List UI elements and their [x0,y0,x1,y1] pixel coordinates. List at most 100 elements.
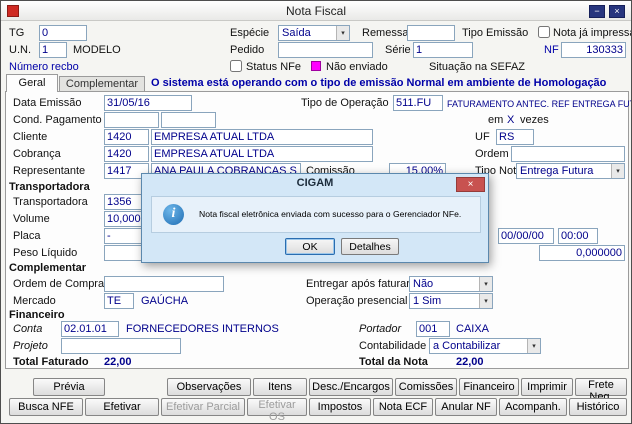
hora-saida-input[interactable] [558,228,598,244]
situacao-sefaz-label: Situação na SEFAZ [429,61,525,73]
volume-label: Volume [13,213,50,225]
un-label: U.N. [9,44,31,56]
mercado-code-input[interactable] [104,293,134,309]
status-nfe-checkbox[interactable] [230,60,242,72]
observacoes-button[interactable]: Observações [167,378,251,396]
data-saida-input[interactable] [498,228,554,244]
financeiro-section-label: Financeiro [9,309,65,321]
conta-code-input[interactable] [61,321,119,337]
peso-liquido-label: Peso Líquido [13,247,78,259]
dialog-message: Nota fiscal eletrônica enviada com suces… [199,209,462,219]
title-bar[interactable]: Nota Fiscal − × [1,1,631,21]
ordem-compra-label: Ordem de Compra [13,278,105,290]
entregar-apos-select[interactable]: Não ▾ [409,276,493,292]
close-icon[interactable]: × [609,5,625,18]
cobranca-name-input[interactable] [151,146,373,162]
acompanh-button[interactable]: Acompanh. [499,398,567,416]
operacao-presencial-label: Operação presencial [306,295,408,307]
itens-button[interactable]: Itens [253,378,307,396]
operacao-presencial-select[interactable]: 1 Sim ▾ [409,293,493,309]
uf-input[interactable] [496,129,534,145]
tipo-nota-select[interactable]: Entrega Futura ▾ [516,163,625,179]
cliente-code-input[interactable] [104,129,149,145]
projeto-label: Projeto [13,340,48,352]
numero-recbo-label: Número recbo [9,61,79,73]
cobranca-label: Cobrança [13,148,61,160]
portador-code-input[interactable] [416,321,450,337]
nota-ecf-button[interactable]: Nota ECF [373,398,433,416]
tipo-operacao-desc: FATURAMENTO ANTEC. REF ENTREGA FUTURA [447,99,631,109]
em-label: em [488,114,504,126]
chevron-down-icon: ▾ [479,294,492,308]
vezes-label: vezes [520,114,549,126]
uf-label: UF [475,131,490,143]
dialog-close-icon[interactable]: × [456,177,485,192]
ordem-compra-input[interactable] [104,276,224,292]
minimize-icon[interactable]: − [589,5,605,18]
impostos-button[interactable]: Impostos [309,398,371,416]
cond-pagamento-input-1[interactable] [104,112,159,128]
emission-mode-status-message: O sistema está operando com o tipo de em… [151,77,607,89]
chevron-down-icon: ▾ [479,277,492,291]
anular-nf-button[interactable]: Anular NF [435,398,497,416]
desc-encargos-button[interactable]: Desc./Encargos [309,378,393,396]
especie-select[interactable]: Saída ▾ [278,25,350,41]
transportadora-label: Transportadora [13,196,88,208]
tab-complementar[interactable]: Complementar [59,76,145,92]
cobranca-code-input[interactable] [104,146,149,162]
cond-pagamento-input-2[interactable] [161,112,216,128]
efetivar-os-button: Efetivar OS [247,398,307,423]
representante-label: Representante [13,165,86,177]
dialog-ok-button[interactable]: OK [285,238,335,255]
transportadora-section-label: Transportadora [9,181,90,193]
chevron-down-icon: ▾ [527,339,540,353]
nf-input[interactable] [561,42,626,58]
tipo-operacao-label: Tipo de Operação [301,97,389,109]
ordem-input[interactable] [511,146,625,162]
vezes-x-value: X [507,114,515,126]
serie-input[interactable] [413,42,473,58]
especie-value: Saída [282,27,311,39]
efetivar-button[interactable]: Efetivar [85,398,159,416]
nota-ja-impressa-checkbox[interactable] [538,26,550,38]
tg-label: TG [9,27,25,39]
remessa-label: Remessa [362,27,409,39]
chevron-down-icon: ▾ [611,164,624,178]
total-faturado-value: 22,00 [104,356,132,368]
frete-neg-button[interactable]: Frete Neg. [575,378,627,403]
operacao-presencial-value: 1 Sim [413,295,442,307]
un-desc: MODELO [73,44,121,56]
dialog-detalhes-button[interactable]: Detalhes [341,238,399,255]
busca-nfe-button[interactable]: Busca NFE [9,398,83,416]
imprimir-button[interactable]: Imprimir [521,378,573,396]
tipo-emissao-label: Tipo Emissão [462,27,529,39]
portador-label: Portador [359,323,402,335]
pedido-input[interactable] [278,42,373,58]
portador-name: CAIXA [456,323,490,335]
data-emissao-input[interactable] [104,95,192,111]
contabilidade-select[interactable]: a Contabilizar ▾ [429,338,541,354]
efetivar-parcial-button: Efetivar Parcial [161,398,245,416]
contabilidade-label: Contabilidade [359,340,427,352]
contabilidade-value: a Contabilizar [433,340,501,352]
placa-label: Placa [13,230,41,242]
comissoes-button[interactable]: Comissões [395,378,457,396]
tipo-operacao-input[interactable] [393,95,443,111]
projeto-input[interactable] [61,338,181,354]
un-input[interactable] [39,42,67,58]
peso-right-input[interactable] [539,245,625,261]
remessa-input[interactable] [407,25,455,41]
tipo-nota-value: Entrega Futura [520,165,594,177]
info-icon: i [163,204,184,225]
total-faturado-label: Total Faturado [13,356,89,368]
historico-button[interactable]: Histórico [569,398,627,416]
tg-input[interactable] [39,25,87,41]
complementar-section-label: Complementar [9,262,87,274]
ordem-label: Ordem [475,148,509,160]
tab-geral[interactable]: Geral [6,74,58,92]
dialog-message-box: i Nota fiscal eletrônica enviada com suc… [151,196,481,233]
cliente-label: Cliente [13,131,48,143]
cliente-name-input[interactable] [151,129,373,145]
financeiro-button[interactable]: Financeiro [459,378,519,396]
previa-button[interactable]: Prévia [33,378,105,396]
